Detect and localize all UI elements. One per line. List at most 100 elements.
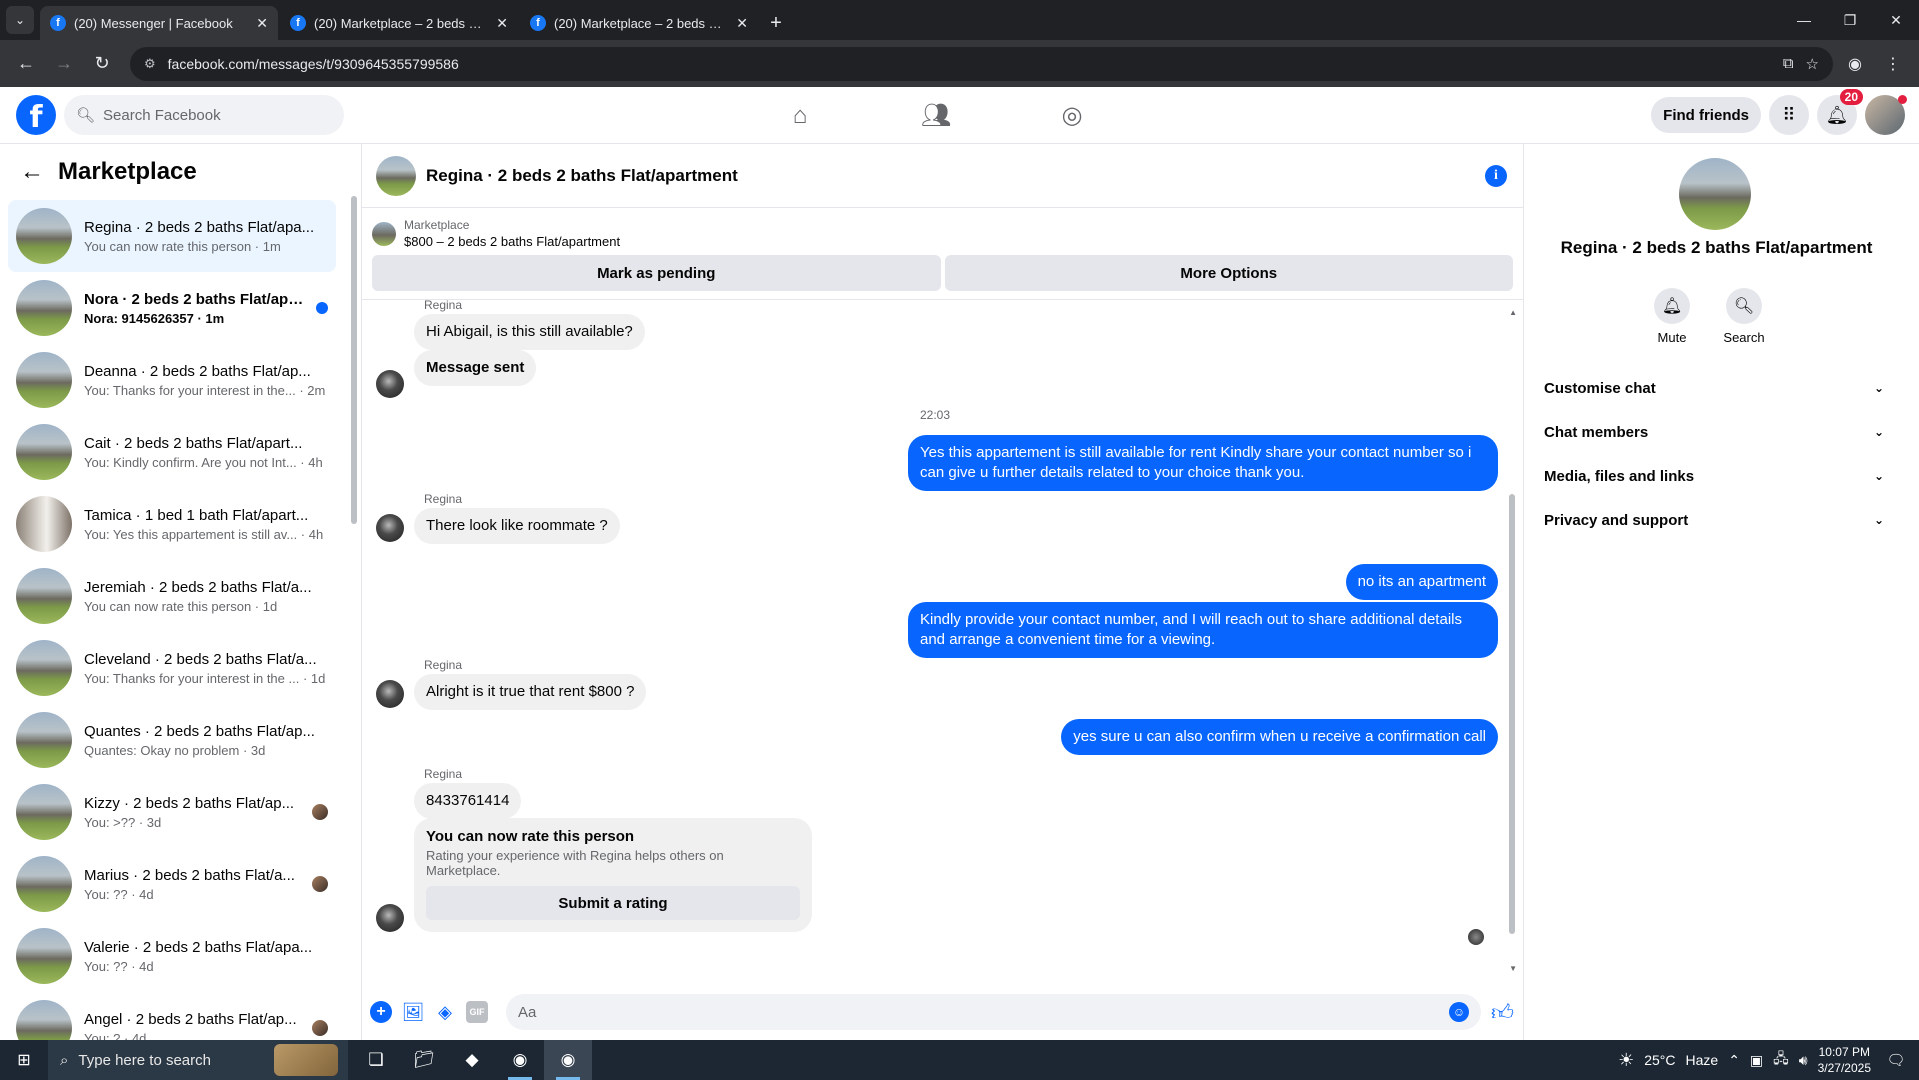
message-bubble[interactable]: Alright is it true that rent $800 ? xyxy=(414,674,647,710)
tab-messenger[interactable]: f (20) Messenger | Facebook ✕ xyxy=(40,6,278,40)
submit-rating-button[interactable]: Submit a rating xyxy=(426,886,800,920)
volume-icon[interactable]: 🔊︎ xyxy=(1799,1052,1808,1069)
message-input[interactable]: Aa ☺ xyxy=(506,994,1481,1030)
search-in-chat-button[interactable]: 🔍︎ Search xyxy=(1723,288,1765,345)
conversation-item[interactable]: Angel · 2 beds 2 baths Flat/ap... You: ? … xyxy=(8,992,336,1040)
facebook-search-input[interactable]: 🔍︎ Search Facebook xyxy=(64,95,344,135)
sticker-icon[interactable]: ◈ xyxy=(434,1001,456,1023)
conversation-item[interactable]: Valerie · 2 beds 2 baths Flat/apa... You:… xyxy=(8,920,336,992)
seen-indicator-avatar xyxy=(312,804,328,820)
chrome-profile-icon[interactable]: ◉ xyxy=(544,1040,592,1080)
listing-title[interactable]: $800 – 2 beds 2 baths Flat/apartment xyxy=(404,234,620,249)
conversation-item[interactable]: Tamica · 1 bed 1 bath Flat/apart... You: … xyxy=(8,488,336,560)
chat-title[interactable]: Regina · 2 beds 2 baths Flat/apartment xyxy=(426,166,1475,186)
menu-grid-icon[interactable]: ⠿ xyxy=(1769,95,1809,135)
conversation-item[interactable]: Marius · 2 beds 2 baths Flat/a... You: ??… xyxy=(8,848,336,920)
sender-avatar[interactable] xyxy=(376,370,404,398)
message-bubble[interactable]: 8433761414 xyxy=(414,783,522,819)
weather-icon[interactable]: ☀ xyxy=(1618,1050,1634,1071)
conversation-item[interactable]: Deanna · 2 beds 2 baths Flat/ap... You: T… xyxy=(8,344,336,416)
friends-icon[interactable]: 👥︎ xyxy=(896,101,976,130)
new-tab-button[interactable]: + xyxy=(760,6,792,40)
sender-avatar[interactable] xyxy=(376,904,404,932)
app-icon[interactable]: ◆ xyxy=(448,1040,496,1080)
scroll-up-arrow-icon[interactable]: ▲ xyxy=(1509,308,1517,317)
reload-icon[interactable]: ↻ xyxy=(86,48,118,80)
conversation-preview: Nora: 9145626357 · 1m xyxy=(84,310,225,326)
message-bubble[interactable]: Hi Abigail, is this still available? xyxy=(414,314,645,350)
more-options-button[interactable]: More Options xyxy=(944,255,1513,291)
conversation-item[interactable]: Jeremiah · 2 beds 2 baths Flat/a... You c… xyxy=(8,560,336,632)
chevron-down-icon: ⌄ xyxy=(1873,425,1884,439)
restore-icon[interactable]: ❐ xyxy=(1827,0,1873,40)
profile-nav-icon[interactable]: ◎ xyxy=(1032,101,1112,130)
browser-profile-icon[interactable]: ◉ xyxy=(1839,48,1871,80)
media-files-links-section[interactable]: Media, files and links ⌄ xyxy=(1540,454,1892,498)
account-avatar[interactable] xyxy=(1865,95,1907,135)
notification-center-icon[interactable]: 🗨︎ xyxy=(1881,1051,1911,1069)
add-plus-icon[interactable]: + xyxy=(370,1001,392,1023)
scroll-down-arrow-icon[interactable]: ▼ xyxy=(1509,964,1517,973)
clock[interactable]: 10:07 PM 3/27/2025 xyxy=(1818,1044,1871,1076)
sidebar-scrollbar[interactable] xyxy=(351,196,357,524)
sender-avatar[interactable] xyxy=(376,514,404,542)
browser-menu-icon[interactable]: ⋮ xyxy=(1877,48,1909,80)
listing-thumbnail[interactable] xyxy=(372,221,396,246)
close-window-icon[interactable]: ✕ xyxy=(1873,0,1919,40)
chrome-icon[interactable]: ◉ xyxy=(496,1040,544,1080)
message-bubble-outgoing[interactable]: yes sure u can also confirm when u recei… xyxy=(1061,719,1498,755)
conversation-item[interactable]: Quantes · 2 beds 2 baths Flat/ap... Quant… xyxy=(8,704,336,776)
conversation-avatar xyxy=(16,1000,72,1040)
notifications-bell-icon[interactable]: 🔔︎ 20 xyxy=(1817,89,1863,135)
taskbar-search[interactable]: ⌕ Type here to search xyxy=(48,1040,348,1080)
chat-avatar[interactable] xyxy=(376,155,416,196)
conversation-item[interactable]: Kizzy · 2 beds 2 baths Flat/ap... You: >?… xyxy=(8,776,336,848)
back-arrow-icon[interactable]: ← xyxy=(20,158,44,186)
forward-icon[interactable]: → xyxy=(48,48,80,80)
back-icon[interactable]: ← xyxy=(10,48,42,80)
chat-members-section[interactable]: Chat members ⌄ xyxy=(1540,410,1892,454)
info-icon[interactable]: i xyxy=(1485,164,1507,187)
customise-chat-section[interactable]: Customise chat ⌄ xyxy=(1540,366,1892,410)
site-info-icon[interactable]: ⚙ xyxy=(144,56,156,72)
conversation-item[interactable]: Regina · 2 beds 2 baths Flat/apa... You c… xyxy=(8,200,336,272)
bookmark-star-icon[interactable]: ☆ xyxy=(1806,55,1819,73)
home-icon[interactable]: ⌂ xyxy=(760,102,840,130)
meet-now-icon[interactable]: ▣ xyxy=(1750,1052,1763,1069)
thumbs-up-icon[interactable]: 👍︎ xyxy=(1491,999,1514,1026)
windows-start-icon[interactable]: ⊞ xyxy=(0,1040,48,1080)
conversation-item[interactable]: Nora · 2 beds 2 baths Flat/apa... Nora: 9… xyxy=(8,272,336,344)
details-avatar[interactable] xyxy=(1679,158,1751,230)
tab-search-button[interactable]: ⌄ xyxy=(6,6,34,34)
tab-marketplace-2[interactable]: f (20) Marketplace – 2 beds 2 baths ✕ xyxy=(520,6,758,40)
message-bubble-outgoing[interactable]: Yes this appartement is still available … xyxy=(908,435,1498,491)
conversation-item[interactable]: Cleveland · 2 beds 2 baths Flat/a... You:… xyxy=(8,632,336,704)
tab-close-icon[interactable]: ✕ xyxy=(736,15,748,32)
tab-close-icon[interactable]: ✕ xyxy=(256,15,268,32)
network-icon[interactable]: 🖧︎ xyxy=(1773,1048,1789,1072)
mute-button[interactable]: 🔔︎ Mute xyxy=(1654,288,1690,345)
emoji-icon[interactable]: ☺ xyxy=(1449,1002,1469,1022)
facebook-logo-icon[interactable]: f xyxy=(16,95,56,135)
privacy-support-section[interactable]: Privacy and support ⌄ xyxy=(1540,498,1892,542)
tab-close-icon[interactable]: ✕ xyxy=(496,15,508,32)
message-bubble[interactable]: There look like roommate ? xyxy=(414,508,620,544)
conversation-item[interactable]: Cait · 2 beds 2 baths Flat/apart... You: … xyxy=(8,416,336,488)
attach-image-icon[interactable]: 🖼︎ xyxy=(402,1001,425,1023)
file-explorer-icon[interactable]: 📁︎ xyxy=(400,1040,448,1080)
gif-icon[interactable]: GIF xyxy=(466,1001,488,1023)
install-app-icon[interactable]: ⧉ xyxy=(1783,55,1794,72)
sender-avatar[interactable] xyxy=(376,680,404,708)
minimize-icon[interactable]: — xyxy=(1781,0,1827,40)
find-friends-button[interactable]: Find friends xyxy=(1651,97,1761,133)
mark-as-pending-button[interactable]: Mark as pending xyxy=(372,255,941,291)
tab-marketplace-1[interactable]: f (20) Marketplace – 2 beds 2 baths ✕ xyxy=(280,6,518,40)
task-view-icon[interactable]: ❏ xyxy=(352,1040,400,1080)
message-bubble-outgoing[interactable]: Kindly provide your contact number, and … xyxy=(908,602,1498,658)
facebook-header: f 🔍︎ Search Facebook ⌂ 👥︎ ◎ Find friends… xyxy=(0,87,1919,144)
show-hidden-icons-icon[interactable]: ⌃ xyxy=(1728,1052,1740,1069)
message-bubble-outgoing[interactable]: no its an apartment xyxy=(1345,564,1498,600)
chat-scrollbar[interactable] xyxy=(1509,494,1515,934)
message-bubble[interactable]: Message sent xyxy=(414,350,537,386)
address-bar[interactable]: ⚙ facebook.com/messages/t/93096453557995… xyxy=(130,46,1833,81)
